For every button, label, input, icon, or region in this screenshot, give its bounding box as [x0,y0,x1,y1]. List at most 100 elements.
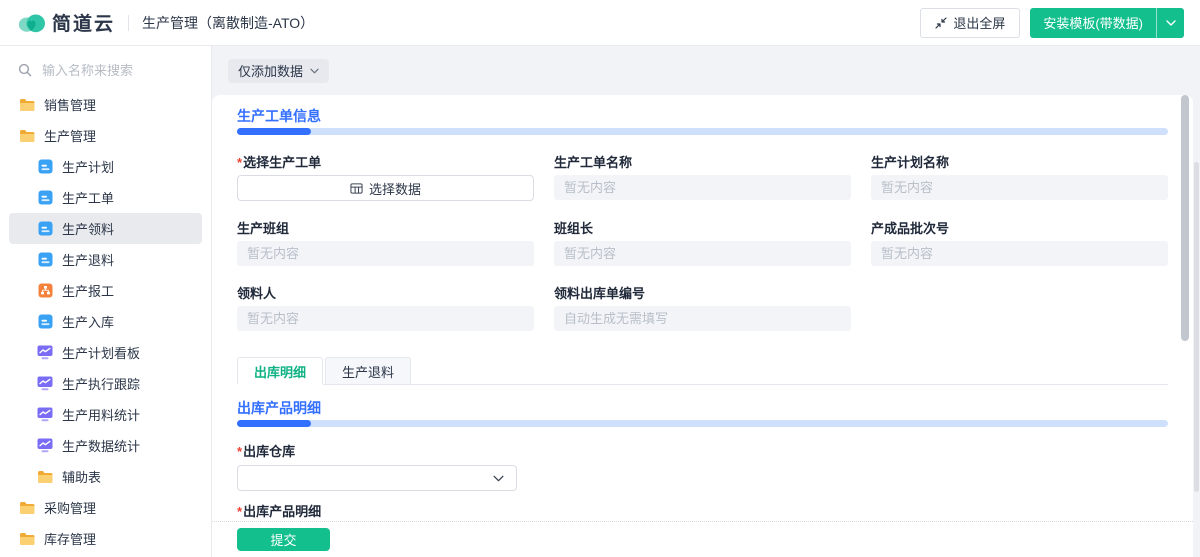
app-window: 简道云 生产管理（离散制造-ATO） 退出全屏 安装模板(带数据) 输入名称来搜… [0,0,1200,557]
page-scrollbar-thumb[interactable] [1194,162,1199,492]
add-data-mode-button[interactable]: 仅添加数据 [228,58,330,83]
page-title: 生产管理（离散制造-ATO） [142,14,315,31]
sidebar-item-label: 生产数据统计 [62,439,141,454]
detail-tabs: 出库明细 生产退料 [237,357,1168,385]
readonly-field-value: 自动生成无需填写 [554,306,851,331]
readonly-field-value: 暂无内容 [871,241,1168,266]
dashboard-icon [37,376,53,392]
sidebar: 销售管理 生产管理 生产计划 生产工单 生产领料 生产退料 [0,46,212,557]
field-outbound-no: 领料出库单编号 自动生成无需填写 [554,287,851,331]
sidebar-item-production-mgmt[interactable]: 生产管理 [9,120,202,151]
section-progress-fill [237,128,311,135]
tab-production-return[interactable]: 生产退料 [325,357,412,384]
sidebar-item-sales-mgmt[interactable]: 销售管理 [9,89,202,120]
header-divider [128,14,130,31]
top-header: 简道云 生产管理（离散制造-ATO） 退出全屏 安装模板(带数据) [0,0,1200,46]
sidebar-item-inventory-mgmt[interactable]: 库存管理 [9,523,202,554]
section-progress-bar [237,420,1168,427]
readonly-field-value: 暂无内容 [554,241,851,266]
field-picker: 领料人 暂无内容 [237,287,534,331]
sidebar-item-label: 生产入库 [62,315,115,330]
field-plan-name: 生产计划名称 暂无内容 [871,156,1168,201]
sidebar-item-production-plan[interactable]: 生产计划 [9,151,202,182]
sidebar-item-work-order[interactable]: 生产工单 [9,182,202,213]
sidebar-item-plan-dashboard[interactable]: 生产计划看板 [9,337,202,368]
folder-icon [19,500,35,516]
exit-fullscreen-button[interactable]: 退出全屏 [920,7,1021,38]
field-label: 班组长 [554,221,594,236]
field-label: 生产班组 [237,221,290,236]
readonly-field-value: 暂无内容 [871,175,1168,200]
field-work-order-name: 生产工单名称 暂无内容 [554,156,851,201]
select-data-label: 选择数据 [368,181,421,197]
logo-text: 简道云 [52,14,116,35]
field-label: 产成品批次号 [871,221,950,236]
form-footer: 提交 [212,521,1193,557]
form-icon [37,252,53,268]
content-area: 销售管理 生产管理 生产计划 生产工单 生产领料 生产退料 [0,46,1200,557]
data-table-icon [350,182,363,195]
section-title-work-order-info: 生产工单信息 [237,108,321,124]
sidebar-item-label: 采购管理 [44,501,97,516]
folder-icon [19,128,35,144]
header-left: 简道云 生产管理（离散制造-ATO） [18,9,314,36]
sidebar-item-material-requisition[interactable]: 生产领料 [9,213,202,244]
select-data-button[interactable]: 选择数据 [237,175,534,201]
warehouse-select[interactable] [237,465,517,491]
folder-icon [19,531,35,547]
submit-button[interactable]: 提交 [237,528,330,551]
field-label: 生产工单名称 [554,155,633,170]
sidebar-item-label: 生产计划看板 [62,346,141,361]
sidebar-item-production-data-stats[interactable]: 生产数据统计 [9,430,202,461]
field-label: 出库仓库 [237,445,1168,459]
chevron-down-icon [493,475,504,482]
sidebar-item-label: 生产领料 [62,222,115,237]
readonly-field-value: 暂无内容 [554,175,851,200]
sidebar-item-label: 辅助表 [62,470,102,485]
form-panel: 生产工单信息 选择生产工单 选择数据 生产工单名称 [212,95,1193,557]
tab-outbound-detail[interactable]: 出库明细 [237,357,324,384]
form-icon [37,190,53,206]
sidebar-item-label: 生产计划 [62,160,115,175]
tab-label: 出库明细 [254,364,307,380]
app-logo: 简道云 [18,9,115,36]
readonly-field-value: 暂无内容 [237,241,534,266]
install-template-dropdown-button[interactable] [1157,8,1184,38]
sidebar-item-production-inbound[interactable]: 生产入库 [9,306,202,337]
search-input[interactable] [40,61,193,79]
form-row-2: 生产班组 暂无内容 班组长 暂无内容 产成品批次号 暂无内容 [237,222,1168,266]
install-template-split-button: 安装模板(带数据) [1030,7,1184,38]
field-label: 选择生产工单 [237,156,534,170]
sidebar-item-label: 生产退料 [62,253,115,268]
sidebar-item-purchase-mgmt[interactable]: 采购管理 [9,492,202,523]
field-team: 生产班组 暂无内容 [237,222,534,266]
folder-icon [19,97,35,113]
content-scrollbar-thumb[interactable] [1181,95,1189,341]
sidebar-item-label: 生产工单 [62,191,115,206]
chevron-down-icon [1165,19,1176,26]
sidebar-item-label: 生产管理 [44,129,97,144]
form-icon [37,159,53,175]
dashboard-icon [37,438,53,454]
section-progress-bar [237,128,1168,135]
add-data-mode-label: 仅添加数据 [238,64,304,79]
sidebar-item-label: 生产报工 [62,284,115,299]
outbound-detail-label: 出库产品明细 [237,505,1168,519]
field-team-leader: 班组长 暂无内容 [554,222,851,266]
field-warehouse: 出库仓库 [237,445,1168,491]
sidebar-item-auxiliary-tables[interactable]: 辅助表 [9,461,202,492]
sidebar-item-material-return[interactable]: 生产退料 [9,244,202,275]
install-template-button[interactable]: 安装模板(带数据) [1030,8,1156,38]
main-toolbar: 仅添加数据 [212,46,1200,95]
exit-fullscreen-label: 退出全屏 [953,16,1006,31]
sidebar-item-label: 生产用料统计 [62,408,141,423]
compress-arrows-icon [935,16,947,29]
dashboard-icon [37,407,53,423]
sidebar-item-work-report[interactable]: 生产报工 [9,275,202,306]
form-icon [37,314,53,330]
dashboard-icon [37,345,53,361]
sidebar-item-execution-tracking[interactable]: 生产执行跟踪 [9,368,202,399]
form-icon [37,221,53,237]
sidebar-item-material-usage-stats[interactable]: 生产用料统计 [9,399,202,430]
form-row-3: 领料人 暂无内容 领料出库单编号 自动生成无需填写 [237,287,1168,331]
